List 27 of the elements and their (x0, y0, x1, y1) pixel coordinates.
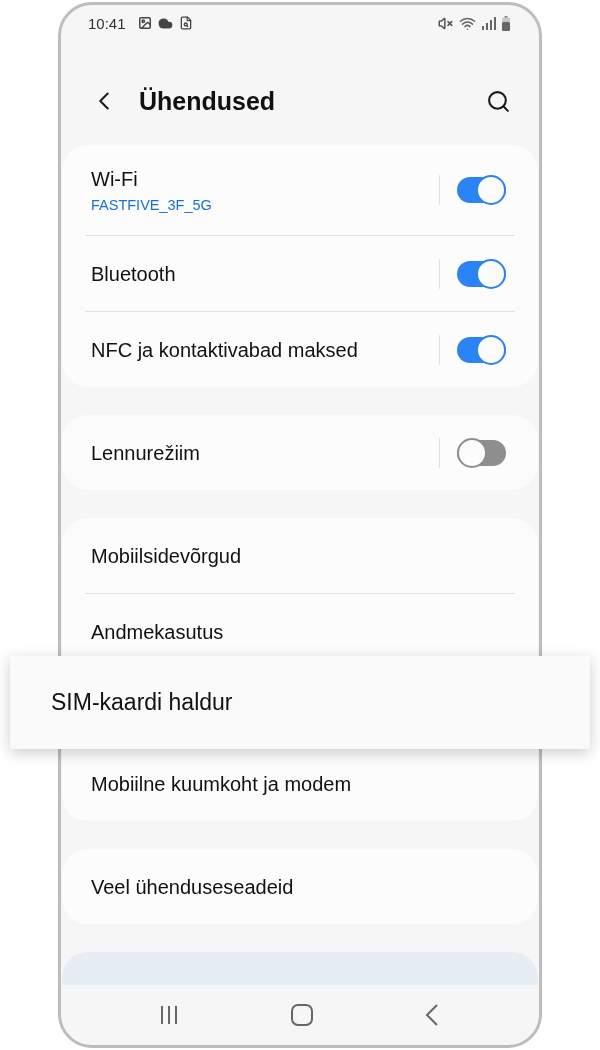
toggle-switch[interactable] (457, 258, 506, 289)
setting-label: NFC ja kontaktivabad maksed (91, 337, 359, 363)
menu-item[interactable]: Mobiilne kuumkoht ja modem (91, 770, 352, 797)
setting-label: Lennurežiim (91, 440, 201, 466)
search-button[interactable] (486, 88, 511, 114)
menu-item[interactable]: Mobiilsidevõrgud (91, 542, 242, 569)
document-search-icon (178, 16, 193, 30)
toggle-switch[interactable] (457, 175, 506, 205)
search-icon (486, 88, 511, 114)
recent-apps-icon[interactable] (159, 1005, 179, 1025)
toggle-switch[interactable] (457, 437, 506, 468)
back-icon[interactable] (425, 1004, 439, 1026)
setting-label: Bluetooth (91, 261, 177, 287)
highlighted-menu-item[interactable]: SIM-kaardi haldur (10, 656, 590, 749)
menu-item[interactable]: Andmekasutus (91, 618, 224, 645)
setting-label: Wi-Fi (91, 166, 139, 192)
cloud-icon (157, 15, 173, 31)
image-icon (137, 16, 152, 30)
status-time: 10:41 (88, 14, 126, 32)
network-name: FASTFIVE_3F_5G (91, 195, 213, 215)
home-icon[interactable] (291, 1004, 313, 1026)
signal-icon (482, 16, 496, 30)
battery-icon (502, 15, 510, 31)
toggle-switch[interactable] (457, 334, 506, 365)
mute-icon (438, 15, 453, 31)
menu-item[interactable]: Veel ühenduseseadeid (91, 873, 294, 900)
page-title: Ühendused (139, 86, 277, 116)
